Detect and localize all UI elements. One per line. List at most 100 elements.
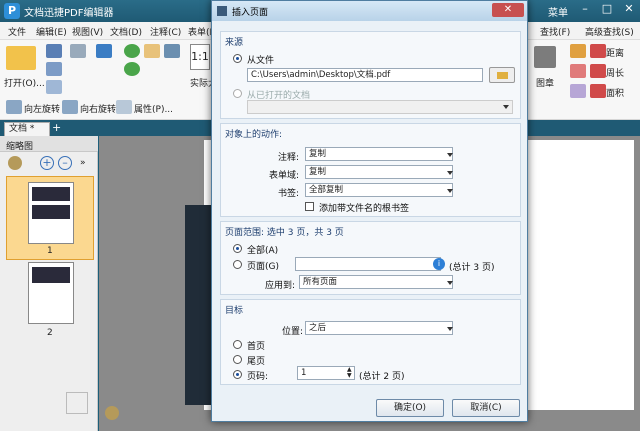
hand-tool-icon[interactable] <box>144 44 160 58</box>
menu-find[interactable]: 查找(F) <box>540 25 570 38</box>
dialog-close-button[interactable]: ✕ <box>492 3 524 17</box>
menu-file[interactable]: 文件 <box>8 25 26 38</box>
from-open-doc-radio[interactable] <box>233 89 242 98</box>
actions-heading: 对象上的动作: <box>225 130 283 140</box>
add-bookmark-checkbox[interactable] <box>305 202 314 211</box>
eraser-icon[interactable] <box>570 64 586 78</box>
all-pages-radio[interactable] <box>233 244 242 253</box>
dialog-title-bar: 插入页面 ✕ <box>212 1 527 21</box>
pages-radio[interactable] <box>233 260 242 269</box>
chevron-down-icon <box>447 153 453 157</box>
add-bookmark-label: 添加带文件名的根书签 <box>319 204 410 214</box>
position-label: 位置: <box>281 327 303 337</box>
form-label: 表单域: <box>268 171 299 181</box>
properties-button[interactable]: 属性(P)... <box>134 102 173 115</box>
chevron-down-icon <box>447 327 453 331</box>
snapshot-icon[interactable] <box>164 44 180 58</box>
minimize-button[interactable]: – <box>574 0 596 18</box>
pages-input[interactable] <box>295 257 441 271</box>
stamp-label[interactable]: 图章 <box>536 76 554 89</box>
target-total: (总计 2 页) <box>359 372 405 382</box>
open-button-label[interactable]: 打开(O)... <box>4 76 45 89</box>
thumbnail-content <box>32 205 70 219</box>
rotate-left-button[interactable]: 向左旋转 <box>24 102 60 115</box>
from-file-radio[interactable] <box>233 54 242 63</box>
from-file-label: 从文件 <box>247 56 275 66</box>
pencil-icon[interactable] <box>570 44 586 58</box>
perimeter-icon[interactable] <box>590 64 606 78</box>
thumbnail-label-2: 2 <box>47 328 53 338</box>
menu-advanced-find[interactable]: 高级查找(S) <box>585 25 634 38</box>
forward-icon[interactable] <box>124 62 140 76</box>
properties-icon[interactable] <box>116 100 132 114</box>
tab-document[interactable]: 文档 * <box>4 122 50 136</box>
menu-button[interactable]: 菜单 <box>548 4 568 19</box>
actual-size-icon[interactable]: 1:1 <box>190 44 210 70</box>
app-logo-icon: P <box>4 3 20 19</box>
last-page-label: 尾页 <box>247 357 266 367</box>
area-button[interactable]: 面积 <box>606 86 624 99</box>
source-section: 来源 从文件 C:\Users\admin\Desktop\文档.pdf 从已打… <box>220 31 521 119</box>
last-page-radio[interactable] <box>233 355 242 364</box>
thumbnail-label-1: 1 <box>47 246 53 256</box>
page-range-section: 页面范围: 选中 3 页，共 3 页 全部(A) 页面(G) i (总计 3 页… <box>220 221 521 295</box>
save-icon[interactable] <box>46 44 62 58</box>
stepper-arrows-icon[interactable]: ▲ ▼ <box>347 367 352 379</box>
dialog-icon <box>217 6 227 16</box>
ok-button[interactable]: 确定(O) <box>376 399 444 417</box>
info-icon[interactable]: i <box>433 258 445 270</box>
dialog-title: 插入页面 <box>232 8 269 18</box>
undo-icon[interactable] <box>96 44 112 58</box>
copy-pages-icon[interactable] <box>66 392 88 414</box>
zoom-in-icon[interactable]: + <box>40 156 54 170</box>
gear-icon[interactable] <box>8 156 22 170</box>
email-icon[interactable] <box>70 44 86 58</box>
stamp-icon[interactable] <box>534 46 556 68</box>
page-range-heading: 页面范围: 选中 3 页，共 3 页 <box>225 228 344 238</box>
scan-icon[interactable] <box>46 80 62 94</box>
zoom-out-icon[interactable]: – <box>58 156 72 170</box>
new-tab-icon[interactable]: + <box>52 122 64 134</box>
back-icon[interactable] <box>124 44 140 58</box>
chevron-down-icon <box>447 171 453 175</box>
highlight-icon[interactable] <box>570 84 586 98</box>
open-folder-icon[interactable] <box>6 46 36 70</box>
page-number-radio[interactable] <box>233 370 242 379</box>
menu-document[interactable]: 文档(D) <box>110 25 142 38</box>
chevron-down-icon <box>447 281 453 285</box>
file-path-input[interactable]: C:\Users\admin\Desktop\文档.pdf <box>247 68 483 82</box>
rotate-right-button[interactable]: 向右旋转 <box>80 102 116 115</box>
page-number-label: 页码: <box>247 372 269 382</box>
app-title: 文档迅捷PDF编辑器 <box>24 8 114 19</box>
folder-icon <box>497 72 508 79</box>
close-button[interactable]: ✕ <box>618 0 640 18</box>
area-icon[interactable] <box>590 84 606 98</box>
chevron-down-icon[interactable]: » <box>80 158 86 168</box>
browse-button[interactable] <box>489 67 515 83</box>
comment-select[interactable]: 复制 <box>305 147 453 161</box>
perimeter-button[interactable]: 周长 <box>606 66 624 79</box>
menu-comment[interactable]: 注释(C) <box>150 25 181 38</box>
thumbnail-page-2[interactable] <box>28 262 74 324</box>
bookmark-label: 书签: <box>277 189 299 199</box>
menu-view[interactable]: 视图(V) <box>72 25 103 38</box>
print-icon[interactable] <box>46 62 62 76</box>
thumbnail-page-1[interactable] <box>28 182 74 244</box>
distance-button[interactable]: 距离 <box>606 46 624 59</box>
rotate-right-icon[interactable] <box>62 100 78 114</box>
form-select[interactable]: 复制 <box>305 165 453 179</box>
apply-to-select[interactable]: 所有页面 <box>299 275 453 289</box>
maximize-button[interactable]: □ <box>596 0 618 18</box>
first-page-label: 首页 <box>247 342 266 352</box>
bookmark-select[interactable]: 全部复制 <box>305 183 453 197</box>
rotate-left-icon[interactable] <box>6 100 22 114</box>
apply-to-label: 应用到: <box>264 281 295 291</box>
menu-edit[interactable]: 编辑(E) <box>36 25 67 38</box>
position-select[interactable]: 之后 <box>305 321 453 335</box>
cancel-button[interactable]: 取消(C) <box>452 399 520 417</box>
distance-icon[interactable] <box>590 44 606 58</box>
gear-icon[interactable] <box>105 406 119 420</box>
first-page-radio[interactable] <box>233 340 242 349</box>
target-heading: 目标 <box>225 306 244 316</box>
open-doc-select[interactable] <box>247 100 513 114</box>
